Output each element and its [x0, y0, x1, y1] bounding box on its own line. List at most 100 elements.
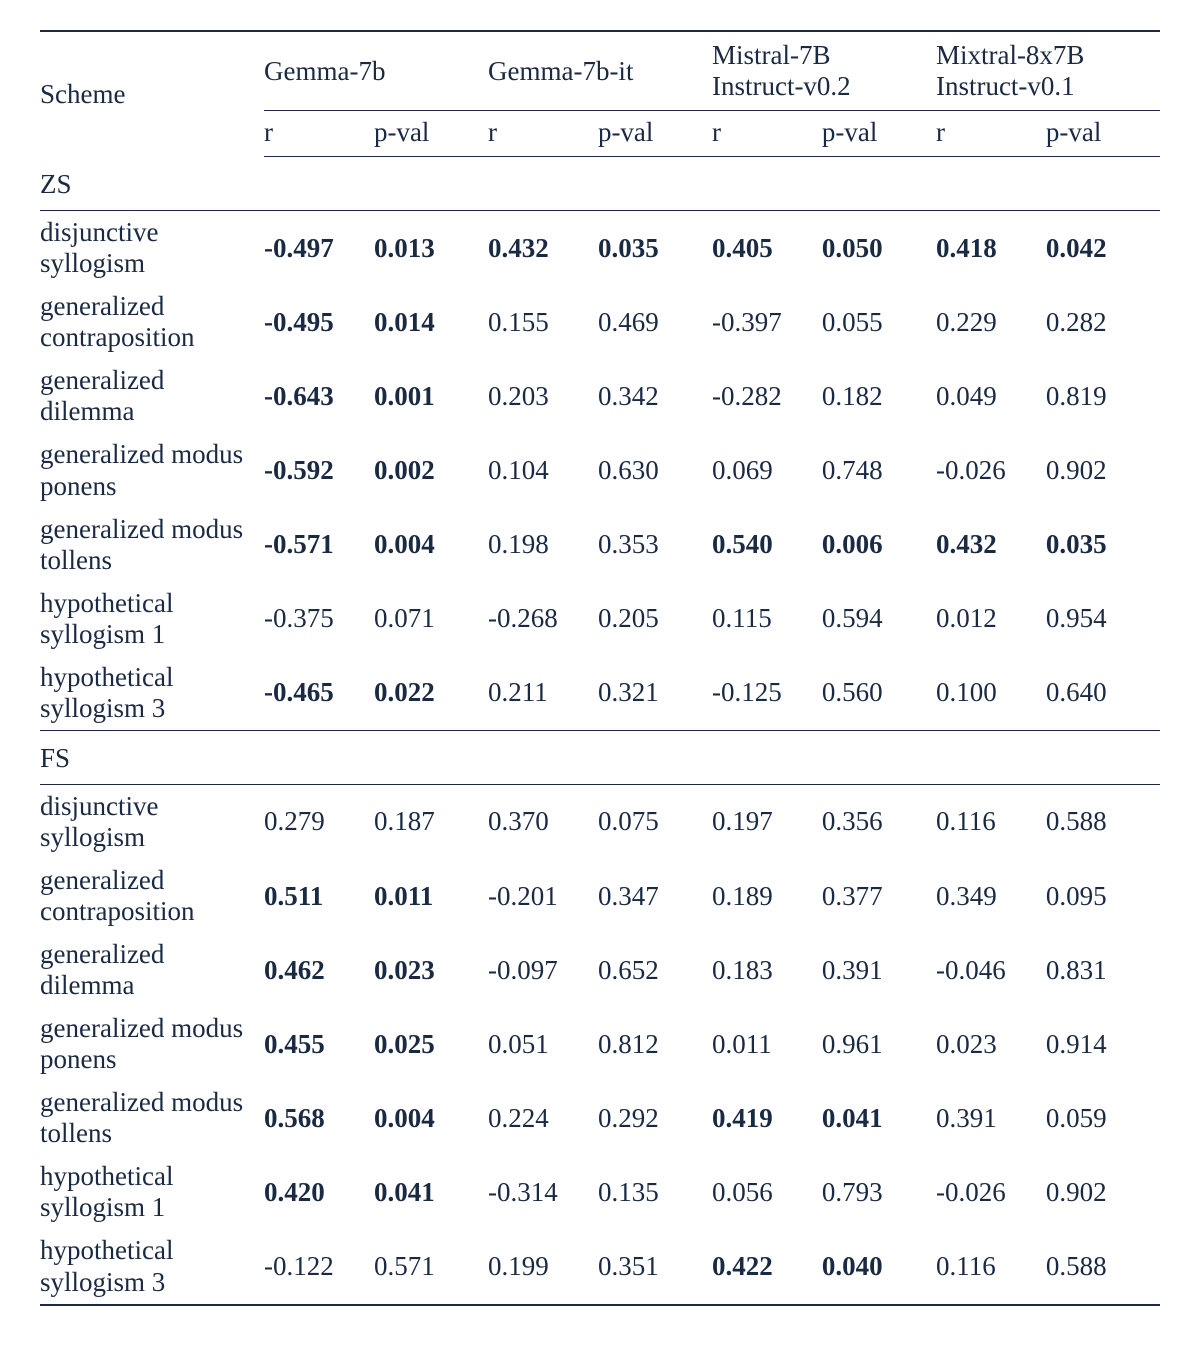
table-row: hypothetical syllogism 1-0.3750.071-0.26…: [40, 582, 1160, 656]
r-value: 0.012: [936, 582, 1046, 656]
p-value: 0.006: [822, 508, 936, 582]
r-value: 0.203: [488, 359, 598, 433]
r-value: 0.069: [712, 433, 822, 507]
table-body: ZSdisjunctive syllogism-0.4970.0130.4320…: [40, 157, 1160, 1305]
scheme-cell: generalized contraposition: [40, 285, 264, 359]
r-value: 0.422: [712, 1229, 822, 1304]
scheme-header: Scheme: [40, 32, 264, 157]
table-row: generalized dilemma0.4620.023-0.0970.652…: [40, 933, 1160, 1007]
model-name-line2: Instruct-v0.1: [936, 71, 1075, 101]
p-value: 0.002: [374, 433, 488, 507]
p-value: 0.342: [598, 359, 712, 433]
scheme-cell: generalized modus tollens: [40, 508, 264, 582]
scheme-cell: generalized modus ponens: [40, 433, 264, 507]
sub-p: p-val: [1046, 111, 1160, 157]
r-value: -0.097: [488, 933, 598, 1007]
p-value: 0.560: [822, 656, 936, 731]
table-row: disjunctive syllogism0.2790.1870.3700.07…: [40, 784, 1160, 859]
p-value: 0.050: [822, 211, 936, 286]
model-header-row: Scheme Gemma-7b Gemma-7b-it Mistral-7B I…: [40, 32, 1160, 111]
r-value: 0.104: [488, 433, 598, 507]
p-value: 0.042: [1046, 211, 1160, 286]
r-value: -0.643: [264, 359, 374, 433]
r-value: -0.375: [264, 582, 374, 656]
model-header-1: Gemma-7b-it: [488, 32, 712, 111]
p-value: 0.914: [1046, 1007, 1160, 1081]
sub-p: p-val: [598, 111, 712, 157]
r-value: -0.125: [712, 656, 822, 731]
p-value: 0.652: [598, 933, 712, 1007]
sub-r: r: [712, 111, 822, 157]
p-value: 0.347: [598, 859, 712, 933]
r-value: 0.419: [712, 1081, 822, 1155]
r-value: 0.432: [488, 211, 598, 286]
table-row: generalized modus ponens0.4550.0250.0510…: [40, 1007, 1160, 1081]
p-value: 0.025: [374, 1007, 488, 1081]
r-value: 0.432: [936, 508, 1046, 582]
r-value: -0.026: [936, 433, 1046, 507]
r-value: 0.540: [712, 508, 822, 582]
scheme-cell: hypothetical syllogism 3: [40, 1229, 264, 1304]
scheme-cell: generalized dilemma: [40, 359, 264, 433]
p-value: 0.292: [598, 1081, 712, 1155]
r-value: 0.115: [712, 582, 822, 656]
p-value: 0.571: [374, 1229, 488, 1304]
p-value: 0.041: [374, 1155, 488, 1229]
table-row: hypothetical syllogism 10.4200.041-0.314…: [40, 1155, 1160, 1229]
r-value: -0.268: [488, 582, 598, 656]
p-value: 0.961: [822, 1007, 936, 1081]
p-value: 0.014: [374, 285, 488, 359]
p-value: 0.793: [822, 1155, 936, 1229]
model-name-line2: Instruct-v0.2: [712, 71, 851, 101]
sub-p: p-val: [822, 111, 936, 157]
r-value: 0.198: [488, 508, 598, 582]
scheme-cell: disjunctive syllogism: [40, 784, 264, 859]
p-value: 0.095: [1046, 859, 1160, 933]
scheme-cell: generalized modus tollens: [40, 1081, 264, 1155]
r-value: 0.155: [488, 285, 598, 359]
p-value: 0.588: [1046, 1229, 1160, 1304]
p-value: 0.351: [598, 1229, 712, 1304]
p-value: 0.588: [1046, 784, 1160, 859]
p-value: 0.022: [374, 656, 488, 731]
r-value: 0.511: [264, 859, 374, 933]
p-value: 0.035: [1046, 508, 1160, 582]
model-header-3: Mixtral-8x7B Instruct-v0.1: [936, 32, 1160, 111]
p-value: 0.041: [822, 1081, 936, 1155]
p-value: 0.469: [598, 285, 712, 359]
model-header-0: Gemma-7b: [264, 32, 488, 111]
r-value: -0.571: [264, 508, 374, 582]
sub-r: r: [488, 111, 598, 157]
p-value: 0.954: [1046, 582, 1160, 656]
r-value: 0.011: [712, 1007, 822, 1081]
p-value: 0.819: [1046, 359, 1160, 433]
p-value: 0.321: [598, 656, 712, 731]
r-value: 0.211: [488, 656, 598, 731]
scheme-cell: hypothetical syllogism 3: [40, 656, 264, 731]
r-value: 0.229: [936, 285, 1046, 359]
sub-r: r: [264, 111, 374, 157]
table-row: generalized contraposition-0.4950.0140.1…: [40, 285, 1160, 359]
r-value: 0.405: [712, 211, 822, 286]
r-value: -0.282: [712, 359, 822, 433]
p-value: 0.182: [822, 359, 936, 433]
p-value: 0.391: [822, 933, 936, 1007]
r-value: 0.568: [264, 1081, 374, 1155]
r-value: -0.314: [488, 1155, 598, 1229]
r-value: 0.224: [488, 1081, 598, 1155]
sub-p: p-val: [374, 111, 488, 157]
table-row: generalized contraposition0.5110.011-0.2…: [40, 859, 1160, 933]
table-row: generalized modus tollens0.5680.0040.224…: [40, 1081, 1160, 1155]
r-value: 0.189: [712, 859, 822, 933]
r-value: 0.197: [712, 784, 822, 859]
r-value: 0.349: [936, 859, 1046, 933]
table-row: disjunctive syllogism-0.4970.0130.4320.0…: [40, 211, 1160, 286]
p-value: 0.001: [374, 359, 488, 433]
p-value: 0.004: [374, 1081, 488, 1155]
p-value: 0.353: [598, 508, 712, 582]
r-value: -0.122: [264, 1229, 374, 1304]
r-value: 0.279: [264, 784, 374, 859]
table-row: generalized dilemma-0.6430.0010.2030.342…: [40, 359, 1160, 433]
p-value: 0.630: [598, 433, 712, 507]
table-row: hypothetical syllogism 3-0.4650.0220.211…: [40, 656, 1160, 731]
